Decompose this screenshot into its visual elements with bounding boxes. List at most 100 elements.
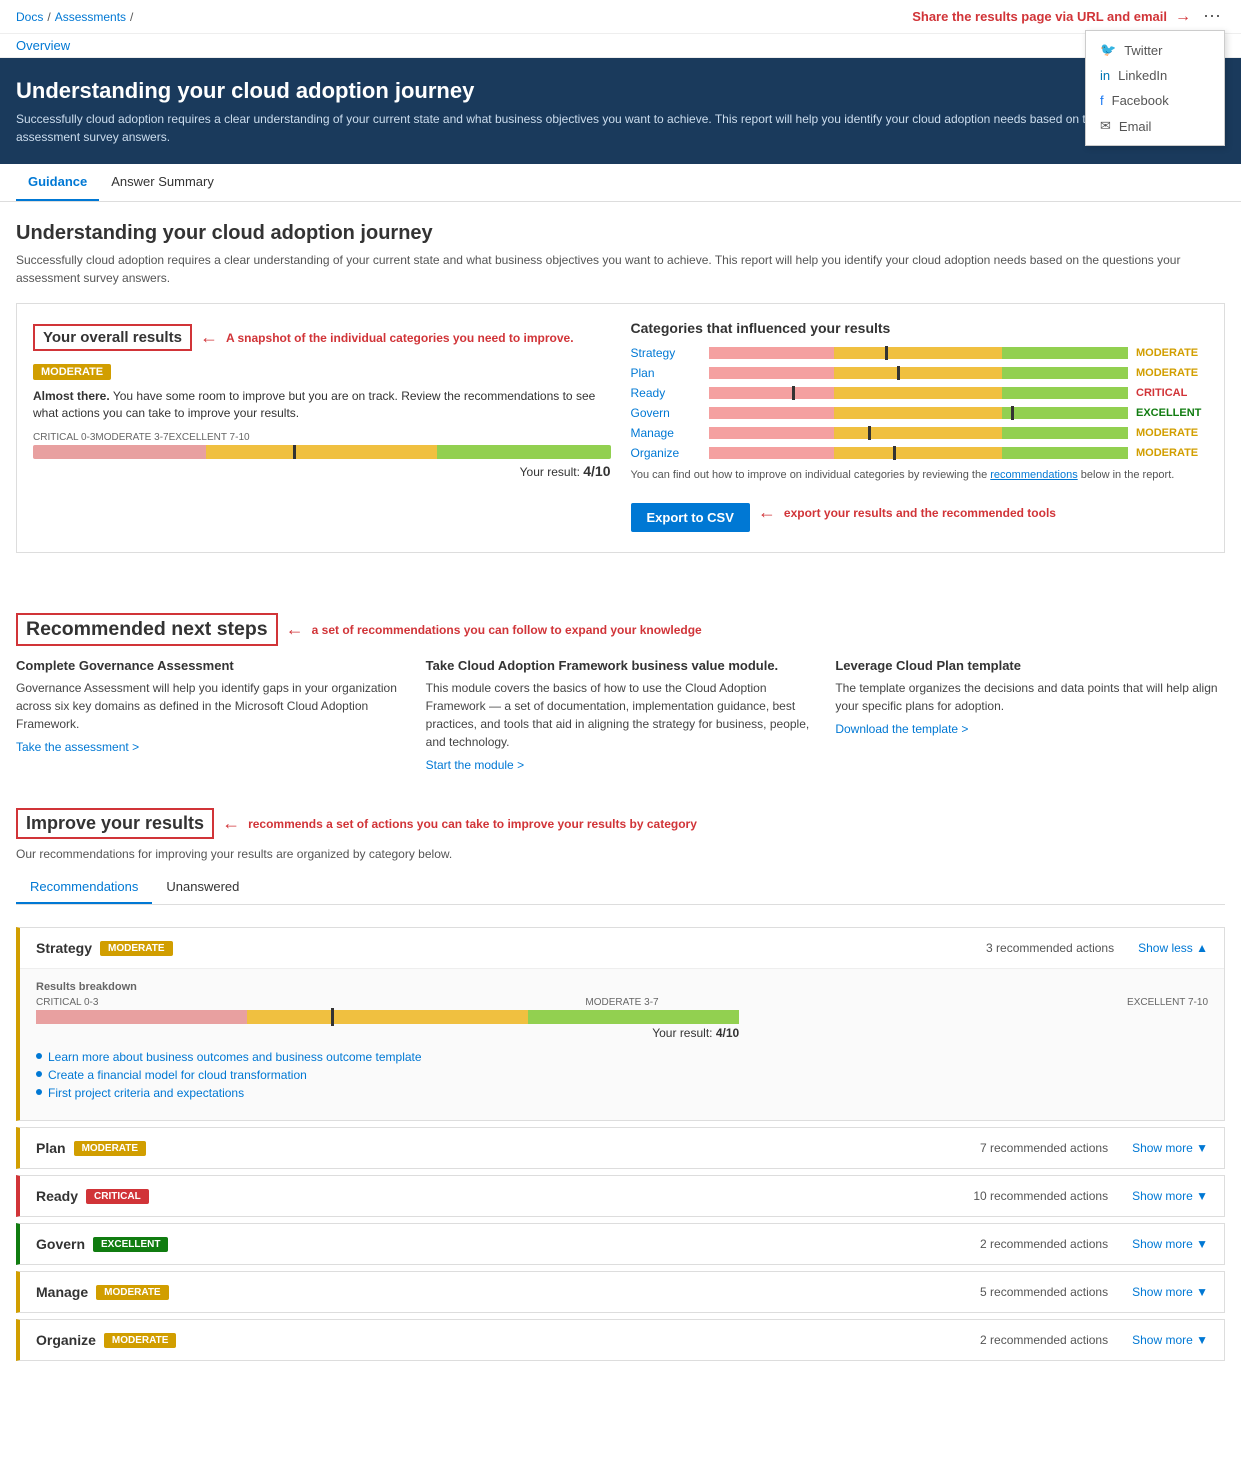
action-item-strategy-2: First project criteria and expectations (36, 1086, 1208, 1100)
breadcrumb-assessments[interactable]: Assessments (55, 10, 126, 24)
tab-guidance[interactable]: Guidance (16, 164, 99, 201)
cat-red-1 (709, 367, 835, 379)
gauge-green-segment (437, 445, 610, 459)
rec-step-1-link[interactable]: Start the module > (426, 758, 524, 772)
cat-bar-1 (709, 367, 1129, 379)
cat-toggle-plan[interactable]: Show more ▼ (1132, 1141, 1208, 1155)
cat-accordion-name-manage: Manage (36, 1284, 88, 1300)
cat-yellow-1 (834, 367, 1002, 379)
gauge-labels: CRITICAL 0-3 MODERATE 3-7 EXCELLENT 7-10 (33, 432, 611, 443)
cat-red-5 (709, 447, 835, 459)
overall-results-title: Your overall results (43, 329, 182, 346)
cat-red-3 (709, 407, 835, 419)
cat-name-5[interactable]: Organize (631, 446, 701, 460)
cat-accordion-plan: Plan MODERATE 7 recommended actions Show… (16, 1127, 1225, 1169)
rec-steps-box-label: Recommended next steps (16, 613, 278, 646)
rec-step-0: Complete Governance Assessment Governanc… (16, 658, 406, 772)
cat-name-2[interactable]: Ready (631, 386, 701, 400)
cat-red-4 (709, 427, 835, 439)
export-annotation-text: export your results and the recommended … (784, 506, 1056, 520)
cat-accordion-header-govern[interactable]: Govern EXCELLENT 2 recommended actions S… (20, 1224, 1224, 1264)
gauge-label-excellent: EXCELLENT 7-10 (169, 432, 250, 443)
improve-tab-recommendations[interactable]: Recommendations (16, 871, 152, 904)
cat-status-0: MODERATE (1136, 347, 1208, 359)
action-item-strategy-1: Create a financial model for cloud trans… (36, 1068, 1208, 1082)
cat-toggle-ready[interactable]: Show more ▼ (1132, 1189, 1208, 1203)
cat-accordion-name-ready: Ready (36, 1188, 78, 1204)
cat-name-1[interactable]: Plan (631, 366, 701, 380)
page-main-desc: Successfully cloud adoption requires a c… (16, 251, 1225, 287)
rec-step-0-link[interactable]: Take the assessment > (16, 740, 139, 754)
action-link-strategy-2[interactable]: First project criteria and expectations (48, 1086, 244, 1100)
categories-title: Categories that influenced your results (631, 320, 1209, 336)
improve-tabs: Recommendations Unanswered (16, 871, 1225, 905)
share-linkedin[interactable]: in LinkedIn (1086, 63, 1224, 88)
tab-nav: Guidance Answer Summary (0, 164, 1241, 202)
cat-accordion-header-organize[interactable]: Organize MODERATE 2 recommended actions … (20, 1320, 1224, 1360)
cat-green-3 (1002, 407, 1128, 419)
recommended-actions-strategy: Learn more about business outcomes and b… (36, 1050, 1208, 1100)
breadcrumb-docs[interactable]: Docs (16, 10, 43, 24)
overall-results-annotation-text: A snapshot of the individual categories … (226, 331, 574, 345)
cat-accordion-name-plan: Plan (36, 1140, 66, 1156)
rec-steps-arrow: ← (286, 619, 304, 640)
rec-steps-annotation-row: Recommended next steps ← a set of recomm… (16, 613, 1225, 646)
cat-actions-count-organize: 2 recommended actions (980, 1333, 1108, 1347)
breakdown-gauge-bar-strategy (36, 1010, 739, 1024)
cat-accordion-header-manage[interactable]: Manage MODERATE 5 recommended actions Sh… (20, 1272, 1224, 1312)
share-facebook[interactable]: f Facebook (1086, 88, 1224, 113)
breadcrumb-sep2: / (130, 10, 133, 24)
cat-accordion-header-strategy[interactable]: Strategy MODERATE 3 recommended actions … (20, 928, 1224, 968)
cat-bar-0 (709, 347, 1129, 359)
cat-marker-2 (792, 386, 795, 400)
cat-toggle-strategy[interactable]: Show less ▲ (1138, 941, 1208, 955)
improve-box-label: Improve your results (16, 808, 214, 839)
category-row-strategy: Strategy MODERATE (631, 346, 1209, 360)
categories-note-link[interactable]: recommendations (990, 469, 1077, 481)
cat-name-3[interactable]: Govern (631, 406, 701, 420)
share-dots-button[interactable]: ⋯ (1199, 6, 1225, 27)
cat-badge-manage: MODERATE (96, 1285, 168, 1300)
rec-steps-grid: Complete Governance Assessment Governanc… (16, 658, 1225, 772)
cat-name-4[interactable]: Manage (631, 426, 701, 440)
page-main-title: Understanding your cloud adoption journe… (16, 222, 1225, 245)
cat-green-5 (1002, 447, 1128, 459)
share-email[interactable]: ✉ Email (1086, 113, 1224, 139)
category-row-organize: Organize MODERATE (631, 446, 1209, 460)
cat-marker-3 (1011, 406, 1014, 420)
rec-step-2-link[interactable]: Download the template > (835, 722, 968, 736)
cat-accordion-header-plan[interactable]: Plan MODERATE 7 recommended actions Show… (20, 1128, 1224, 1168)
cat-toggle-govern[interactable]: Show more ▼ (1132, 1237, 1208, 1251)
cat-yellow-0 (834, 347, 1002, 359)
tab-answer-summary[interactable]: Answer Summary (99, 164, 226, 201)
linkedin-icon: in (1100, 68, 1110, 83)
results-right-panel: Categories that influenced your results … (631, 320, 1209, 536)
share-twitter[interactable]: 🐦 Twitter (1086, 37, 1224, 63)
cat-green-1 (1002, 367, 1128, 379)
cat-marker-5 (893, 446, 896, 460)
cat-bar-2 (709, 387, 1129, 399)
action-link-strategy-1[interactable]: Create a financial model for cloud trans… (48, 1068, 307, 1082)
action-link-strategy-0[interactable]: Learn more about business outcomes and b… (48, 1050, 422, 1064)
breadcrumb-links: Docs / Assessments / (16, 10, 133, 24)
cat-badge-ready: CRITICAL (86, 1189, 149, 1204)
export-csv-button[interactable]: Export to CSV (631, 503, 750, 532)
overview-link[interactable]: Overview (16, 38, 70, 53)
rec-step-2: Leverage Cloud Plan template The templat… (835, 658, 1225, 772)
result-label: Your result: (520, 465, 580, 479)
rec-step-2-desc: The template organizes the decisions and… (835, 679, 1225, 715)
export-arrow-icon: ← (758, 502, 776, 523)
improve-tab-unanswered[interactable]: Unanswered (152, 871, 253, 904)
cat-toggle-manage[interactable]: Show more ▼ (1132, 1285, 1208, 1299)
cat-marker-1 (897, 366, 900, 380)
header-banner: Understanding your cloud adoption journe… (0, 58, 1241, 164)
share-label: Share the results page via URL and email (912, 9, 1167, 24)
improve-header: Improve your results ← recommends a set … (16, 788, 1225, 927)
overall-results-box-label: Your overall results (33, 324, 192, 351)
cat-bar-4 (709, 427, 1129, 439)
share-twitter-label: Twitter (1124, 43, 1162, 58)
share-popup: 🐦 Twitter in LinkedIn f Facebook ✉ Email (1085, 30, 1225, 146)
cat-toggle-organize[interactable]: Show more ▼ (1132, 1333, 1208, 1347)
cat-accordion-header-ready[interactable]: Ready CRITICAL 10 recommended actions Sh… (20, 1176, 1224, 1216)
cat-name-0[interactable]: Strategy (631, 346, 701, 360)
